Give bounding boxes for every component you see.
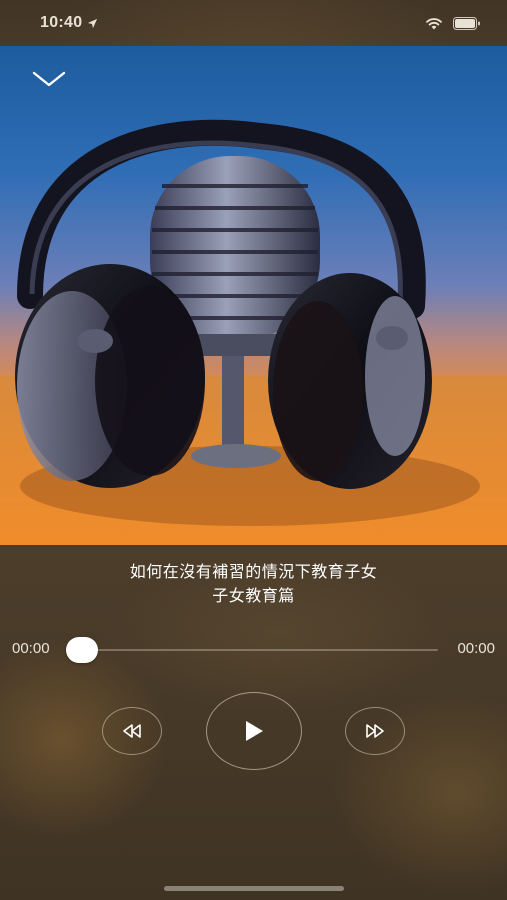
play-button[interactable] (206, 692, 302, 770)
status-time-group: 10:40 (40, 14, 98, 32)
headphones-microphone-artwork (0, 119, 507, 545)
status-bar: 10:40 (0, 0, 507, 46)
total-time: 00:00 (457, 640, 495, 657)
collapse-button[interactable] (30, 64, 68, 94)
track-subtitle: 子女教育篇 (212, 586, 295, 605)
track-title: 如何在沒有補習的情況下教育子女 (129, 562, 378, 581)
status-indicators (425, 16, 481, 30)
chevron-down-icon (32, 71, 66, 87)
play-icon (246, 721, 263, 741)
battery-icon (453, 16, 480, 30)
progress-track[interactable] (83, 649, 438, 651)
album-artwork (0, 46, 507, 545)
progress-thumb[interactable] (66, 637, 98, 663)
playback-controls (0, 690, 507, 772)
rewind-button[interactable] (102, 707, 162, 755)
forward-button[interactable] (345, 707, 405, 755)
progress-bar: 00:00 00:00 (0, 636, 507, 664)
track-info: 如何在沒有補習的情況下教育子女 子女教育篇 (0, 560, 507, 608)
status-time: 10:40 (40, 14, 83, 31)
location-arrow-icon (88, 18, 98, 28)
wifi-icon (426, 17, 442, 29)
rewind-icon (123, 724, 141, 738)
home-indicator (164, 886, 344, 891)
fast-forward-icon (366, 724, 384, 738)
current-time: 00:00 (12, 640, 50, 657)
